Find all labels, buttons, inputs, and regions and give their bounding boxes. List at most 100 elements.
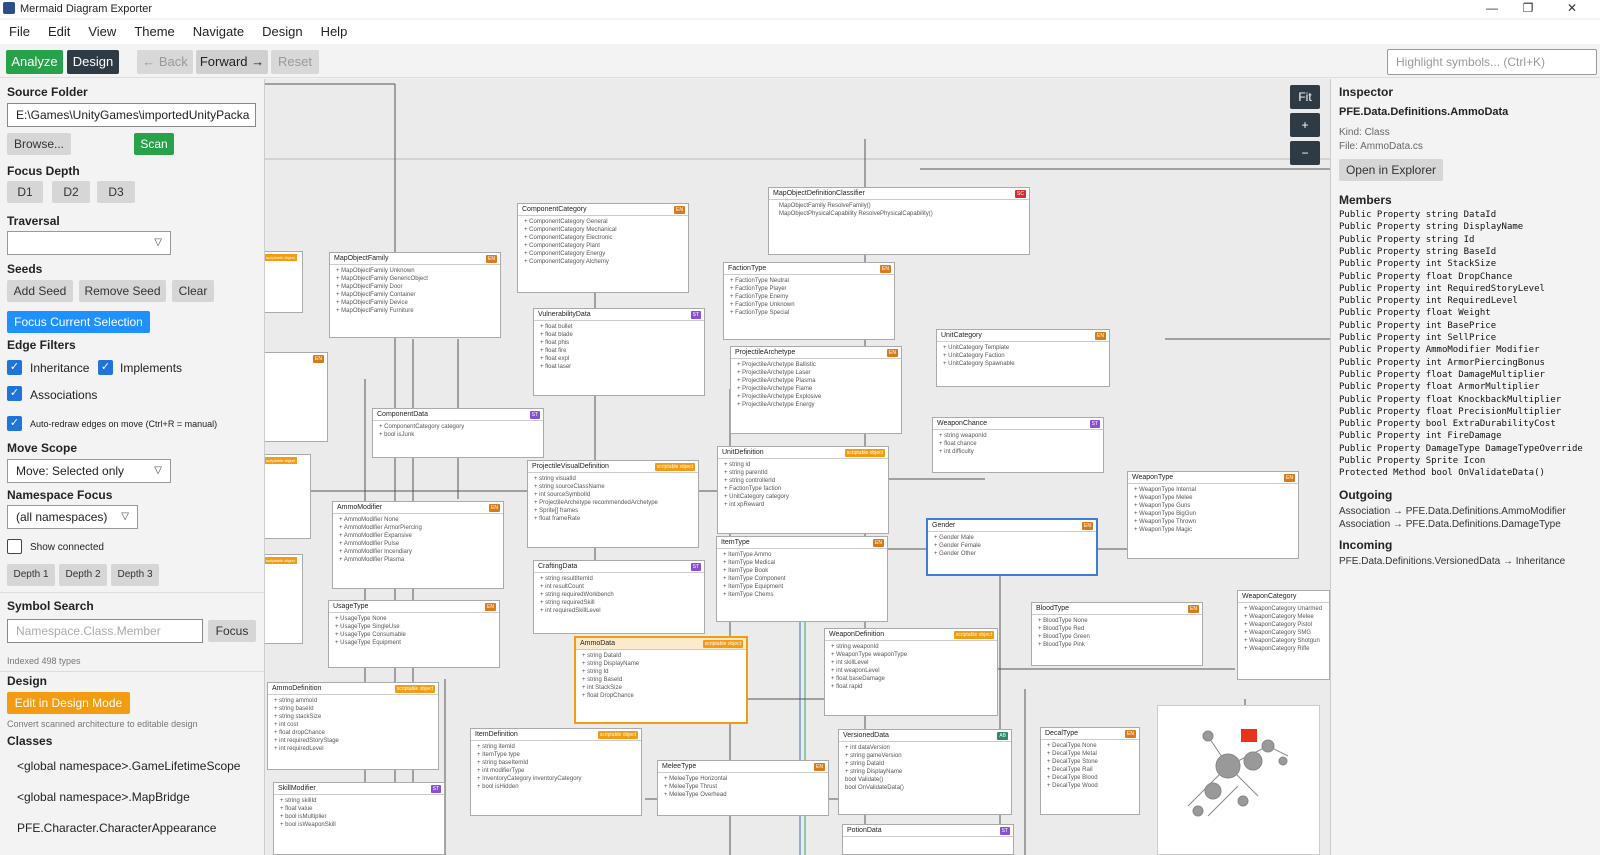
chevron-down-icon: ▽ <box>121 511 129 522</box>
forward-button[interactable]: Forward → <box>196 50 268 74</box>
class-node-craftingdata[interactable]: CraftingData ST + string resultItemId + in… <box>533 560 705 634</box>
class-node-ammodata[interactable]: AmmoData scriptable object + string DataI… <box>574 636 748 724</box>
class-node-mapobjectfamily[interactable]: MapObjectFamily EN + MapObjectFamily Unkn… <box>329 252 501 338</box>
node-badge: EN <box>1125 730 1136 738</box>
fit-button[interactable]: Fit <box>1290 85 1320 109</box>
menu-theme[interactable]: Theme <box>125 20 183 43</box>
traversal-select[interactable]: ▽ <box>7 231 171 255</box>
menu-design[interactable]: Design <box>253 20 311 43</box>
title-bar: Mermaid Diagram Exporter — ❐ ✕ <box>0 0 1600 18</box>
symbol-search-input[interactable]: Namespace.Class.Member <box>7 619 203 643</box>
class-node-projectilearchetype[interactable]: ProjectileArchetype EN + ProjectileArchet… <box>730 346 902 434</box>
class-node-skillmodifier[interactable]: SkillModifier ST + string skillId + float … <box>273 782 445 855</box>
minimap-viewport[interactable] <box>1241 729 1257 742</box>
depth-d1-button[interactable]: D1 <box>7 181 43 203</box>
class-list-item[interactable]: <global namespace>.GameLifetimeScope <box>17 759 240 773</box>
partial-node[interactable]: scriptable object <box>265 251 303 313</box>
class-node-componentdata[interactable]: ComponentData ST + ComponentCategory cate… <box>372 408 544 458</box>
scan-button[interactable]: Scan <box>134 133 174 155</box>
design-button[interactable]: Design <box>67 50 119 74</box>
menu-navigate[interactable]: Navigate <box>184 20 253 43</box>
class-node-gender[interactable]: Gender EN + Gender Male + Gender Female + G… <box>926 518 1098 576</box>
node-badge: EN <box>674 206 685 214</box>
source-folder-input[interactable]: E:\Games\UnityGames\importedUnityPacka <box>7 103 256 127</box>
class-node-componentcategory[interactable]: ComponentCategory EN + ComponentCategory … <box>517 203 689 293</box>
node-badge: EN <box>313 355 324 363</box>
focus-symbol-button[interactable]: Focus <box>208 620 256 642</box>
edit-in-design-mode-button[interactable]: Edit in Design Mode <box>7 692 130 714</box>
depth-d2-button[interactable]: D2 <box>52 181 90 203</box>
class-node-unitdefinition[interactable]: UnitDefinition scriptable object + string… <box>717 446 889 534</box>
partial-node[interactable]: EN <box>265 352 328 442</box>
highlight-symbols-input[interactable]: Highlight symbols... (Ctrl+K) <box>1387 49 1597 75</box>
depth-d3-button[interactable]: D3 <box>97 181 135 203</box>
class-node-projectilevisualdefinition[interactable]: ProjectileVisualDefinition scriptable obj… <box>527 460 699 548</box>
class-node-ammomodifier[interactable]: AmmoModifier EN + AmmoModifier None + Ammo… <box>332 501 504 589</box>
class-node-ammodefinition[interactable]: AmmoDefinition scriptable object + string… <box>267 682 439 770</box>
class-node-weapontype[interactable]: WeaponType EN + WeaponType Internal + Weap… <box>1127 471 1299 559</box>
depth-1-button[interactable]: Depth 1 <box>7 564 55 586</box>
clear-seeds-button[interactable]: Clear <box>172 280 214 302</box>
class-node-bloodtype[interactable]: BloodType EN + BloodType None + BloodType … <box>1031 602 1203 666</box>
member-entry: Public Property string DataId <box>1339 210 1497 220</box>
maximize-button[interactable]: ❐ <box>1510 0 1546 18</box>
class-list-item[interactable]: PFE.Character.CharacterAppearance <box>17 821 216 835</box>
class-node-factiontype[interactable]: FactionType EN + FactionType Neutral + Fac… <box>723 262 895 340</box>
close-window-button[interactable]: ✕ <box>1554 0 1590 18</box>
minimap[interactable] <box>1157 705 1320 855</box>
associations-checkbox[interactable]: ✓ <box>7 386 22 401</box>
node-badge: scriptable object <box>265 557 297 564</box>
node-title: WeaponDefinition scriptable object <box>825 629 997 641</box>
inheritance-checkbox[interactable]: ✓ <box>7 360 22 375</box>
class-node-weaponcategory[interactable]: WeaponCategory + WeaponCategory Unarmed +… <box>1237 590 1330 680</box>
analyze-button[interactable]: Analyze <box>6 50 63 74</box>
selected-symbol-name: PFE.Data.Definitions.AmmoData <box>1339 106 1509 118</box>
outgoing-relation[interactable]: Association → PFE.Data.Definitions.Damag… <box>1339 519 1561 530</box>
menu-edit[interactable]: Edit <box>39 20 79 43</box>
class-node-decaltype[interactable]: DecalType EN + DecalType None + DecalType … <box>1040 727 1140 815</box>
class-node-mapobjectdefinitionclassifier[interactable]: MapObjectDefinitionClassifier SC MapObjec… <box>768 187 1030 255</box>
outgoing-relation[interactable]: Association → PFE.Data.Definitions.AmmoM… <box>1339 506 1566 517</box>
member-entry: Public Property float PrecisionMultiplie… <box>1339 406 1562 417</box>
focus-current-selection-button[interactable]: Focus Current Selection <box>7 311 150 333</box>
open-in-explorer-button[interactable]: Open in Explorer <box>1339 159 1443 181</box>
show-connected-checkbox[interactable] <box>7 539 22 554</box>
toolbar: Analyze Design ← Back Forward → Reset <box>0 46 1600 78</box>
move-scope-select[interactable]: Move: Selected only ▽ <box>7 459 171 483</box>
minimize-button[interactable]: — <box>1474 0 1510 18</box>
class-node-weaponchance[interactable]: WeaponChance ST + string weaponId + float … <box>932 417 1104 473</box>
class-node-unitcategory[interactable]: UnitCategory EN + UnitCategory Template + … <box>936 329 1110 387</box>
depth-2-button[interactable]: Depth 2 <box>59 564 107 586</box>
member-entry: Public Property int RequiredStoryLevel <box>1339 283 1545 294</box>
zoom-out-button[interactable]: − <box>1290 141 1320 165</box>
zoom-in-button[interactable]: + <box>1290 113 1320 137</box>
depth-3-button[interactable]: Depth 3 <box>111 564 159 586</box>
class-list-item[interactable]: <global namespace>.MapBridge <box>17 790 190 804</box>
class-node-vulnerabilitydata[interactable]: VulnerabilityData ST + float bullet + floa… <box>533 308 705 396</box>
diagram-canvas[interactable]: MapObjectDefinitionClassifier SC MapObjec… <box>265 79 1330 855</box>
class-node-potiondata[interactable]: PotionData ST <box>842 824 1014 855</box>
menu-file[interactable]: File <box>0 20 39 43</box>
partial-node[interactable]: scriptable object <box>265 554 303 644</box>
namespace-select[interactable]: (all namespaces) ▽ <box>7 505 138 529</box>
implements-checkbox[interactable]: ✓ <box>98 360 113 375</box>
back-button[interactable]: ← Back <box>137 50 193 74</box>
class-node-usagetype[interactable]: UsageType EN + UsageType None + UsageType … <box>328 600 500 668</box>
menu-help[interactable]: Help <box>312 20 357 43</box>
browse-button[interactable]: Browse... <box>7 133 71 155</box>
class-node-itemdefinition[interactable]: ItemDefinition scriptable object + string… <box>470 728 642 816</box>
member-entry: Public Property int FireDamage <box>1339 431 1502 442</box>
menu-view[interactable]: View <box>79 20 125 43</box>
auto-redraw-checkbox[interactable]: ✓ <box>7 416 22 431</box>
member-entry: Public Property bool ExtraDurabilityCost <box>1339 419 1556 430</box>
incoming-relation[interactable]: PFE.Data.Definitions.VersionedData → Inh… <box>1339 556 1565 567</box>
partial-node[interactable]: scriptable object <box>265 454 311 539</box>
node-badge: EN <box>887 349 898 357</box>
add-seed-button[interactable]: Add Seed <box>7 280 73 302</box>
class-node-meleetype[interactable]: MeleeType EN + MeleeType Horizontal + Mele… <box>657 760 829 816</box>
class-node-itemtype[interactable]: ItemType EN + ItemType Ammo + ItemType Med… <box>716 536 888 622</box>
class-node-weapondefinition[interactable]: WeaponDefinition scriptable object + stri… <box>824 628 998 716</box>
remove-seed-button[interactable]: Remove Seed <box>79 280 166 302</box>
class-node-versioneddata[interactable]: VersionedData AB + int dataVersion + strin… <box>838 729 1012 815</box>
reset-button[interactable]: Reset <box>271 50 319 74</box>
